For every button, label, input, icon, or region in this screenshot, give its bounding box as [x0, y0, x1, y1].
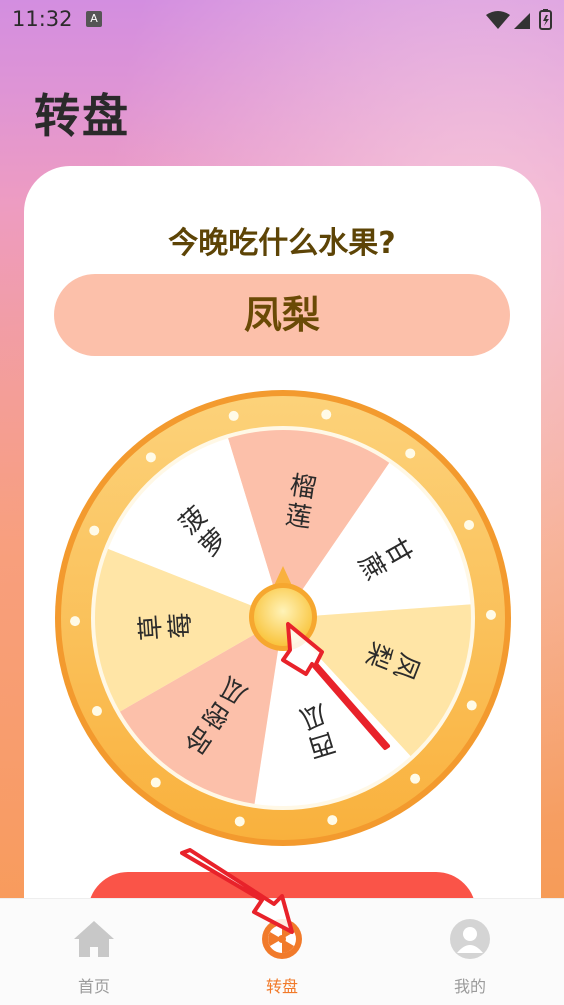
- wifi-icon: [486, 11, 510, 29]
- wheel-bulb: [485, 609, 496, 620]
- wheel-bulb: [405, 448, 416, 459]
- wheel-bulb: [234, 816, 245, 827]
- status-time: 11:32: [12, 7, 73, 31]
- wheel-segment-label: 草莓: [135, 611, 197, 641]
- question-text: 今晚吃什么水果?: [168, 226, 396, 261]
- wheel-bulb: [70, 616, 81, 627]
- wheel-bulb: [464, 519, 475, 530]
- home-icon: [74, 921, 114, 957]
- page-title: 转盘: [34, 89, 130, 143]
- tab-profile[interactable]: 我的: [410, 899, 530, 1005]
- wheel-bulb: [145, 452, 156, 463]
- tab-home[interactable]: 首页: [34, 899, 154, 1005]
- bottom-tab-bar: 首页 转盘 我的: [0, 898, 564, 1005]
- wheel-bulb: [91, 706, 102, 717]
- tab-profile-label: 我的: [453, 977, 486, 996]
- wheel-bulb: [466, 700, 477, 711]
- wheel-bulb: [410, 773, 421, 784]
- user-icon: [450, 919, 490, 959]
- tab-wheel[interactable]: 转盘: [222, 899, 342, 1005]
- status-icons: [486, 9, 552, 30]
- signal-icon: [514, 13, 530, 29]
- wheel-bulb: [150, 777, 161, 788]
- status-bar: 11:32 A: [0, 0, 564, 40]
- wheel-bulb: [327, 815, 338, 826]
- wheel-bulb: [89, 525, 100, 536]
- notification-badge: A: [86, 11, 102, 27]
- tab-wheel-label: 转盘: [265, 977, 298, 996]
- battery-icon: [539, 9, 552, 30]
- wheel-bulb: [321, 409, 332, 420]
- spin-wheel[interactable]: 榴莲甘蔗凤梨西瓜哈密瓜草莓菠萝: [54, 389, 512, 847]
- result-display: 凤梨: [54, 274, 510, 356]
- wheel-icon: [262, 919, 302, 959]
- tab-home-label: 首页: [77, 977, 110, 996]
- wheel-bulb: [228, 410, 239, 421]
